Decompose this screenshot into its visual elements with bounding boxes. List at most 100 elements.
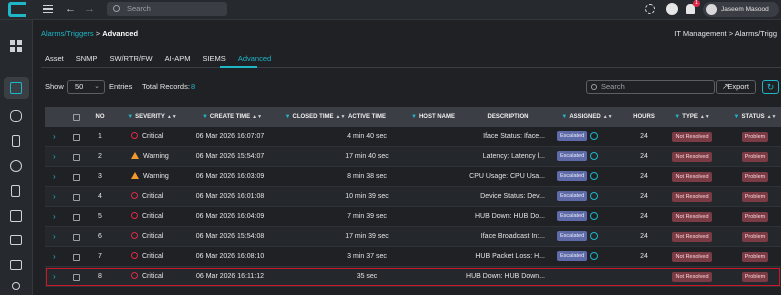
filter-icon[interactable]: ▼ — [285, 107, 291, 127]
search-analytics-icon[interactable] — [10, 160, 22, 172]
filter-icon[interactable]: ▼ — [734, 107, 740, 127]
row-checkbox[interactable] — [73, 214, 80, 221]
sort-icon[interactable]: ▲▼ — [700, 107, 710, 127]
tab-advanced[interactable]: Advanced — [238, 54, 271, 66]
cell-assigned: Escalated — [557, 187, 617, 207]
global-search-input[interactable]: Search — [107, 2, 227, 16]
row-checkbox[interactable] — [73, 274, 80, 281]
tab-snmp[interactable]: SNMP — [76, 54, 98, 66]
document-icon[interactable] — [11, 185, 20, 197]
filter-icon[interactable]: ▼ — [674, 107, 680, 127]
screen-icon[interactable] — [10, 260, 22, 270]
col-header-create-time[interactable]: ▼ CREATE TIME ▲▼ — [192, 107, 272, 127]
cell-active-time: 17 min 40 sec — [345, 153, 389, 160]
expand-row-icon[interactable]: › — [53, 187, 56, 207]
database-icon[interactable] — [10, 110, 22, 122]
status-badge: Problem — [741, 132, 769, 142]
avatar — [706, 4, 717, 15]
cell-host-name — [403, 267, 463, 287]
expand-row-icon[interactable]: › — [53, 207, 56, 227]
assigned-badge: Escalated — [557, 191, 588, 202]
cell-type: Not Resolved — [667, 187, 717, 207]
col-header-type[interactable]: ▼ TYPE ▲▼ — [667, 107, 717, 127]
expand-row-icon[interactable]: › — [53, 227, 56, 247]
filter-icon[interactable]: ▼ — [127, 107, 133, 127]
table-row[interactable]: › 6 Critical 06 Mar 2026 15:54:08 17 min 39 … — [45, 227, 781, 247]
info-icon[interactable] — [590, 212, 599, 221]
table-row[interactable]: › 2 Warning 06 Mar 2026 15:54:07 17 min 40 s… — [45, 147, 781, 167]
row-checkbox[interactable] — [73, 134, 80, 141]
expand-row-icon[interactable]: › — [53, 247, 56, 267]
sort-icon[interactable]: ▲▼ — [167, 107, 177, 127]
device-icon[interactable] — [12, 135, 20, 147]
expand-row-icon[interactable]: › — [53, 127, 56, 147]
assigned-badge: Escalated — [557, 251, 588, 262]
sidebar — [0, 20, 33, 295]
cell-description: HUB Down: HUB Do... — [474, 213, 545, 220]
tab-sw-rtr-fw[interactable]: SW/RTR/FW — [109, 54, 152, 66]
export-button[interactable]: ↗ Export — [716, 80, 756, 94]
info-icon[interactable] — [590, 172, 599, 181]
table-row[interactable]: › 3 Warning 06 Mar 2026 16:03:09 8 min 38 se… — [45, 167, 781, 187]
sort-icon[interactable]: ▲▼ — [252, 107, 262, 127]
entries-label: Entries — [109, 82, 133, 91]
breadcrumb-parent-link[interactable]: Alarms/Triggers — [41, 29, 94, 38]
hamburger-menu-icon[interactable] — [43, 5, 53, 13]
select-all-checkbox[interactable] — [73, 114, 80, 121]
tab-siems[interactable]: SIEMS — [202, 54, 225, 66]
cell-hours — [629, 267, 659, 287]
tab-ai-apm[interactable]: AI-APM — [165, 54, 191, 66]
back-arrow-icon[interactable]: ← — [65, 3, 76, 15]
user-menu[interactable]: Jaseem Masood — [703, 2, 779, 17]
table-row[interactable]: › 1 Critical 06 Mar 2026 16:07:07 4 min 40 s… — [45, 127, 781, 147]
cell-host-name — [403, 207, 463, 227]
row-checkbox[interactable] — [73, 174, 80, 181]
filter-icon[interactable]: ▼ — [561, 107, 567, 127]
sort-icon[interactable]: ▲▼ — [603, 107, 613, 127]
col-header-description[interactable]: DESCRIPTION — [475, 107, 541, 127]
network-topology-icon[interactable] — [12, 282, 20, 290]
info-icon[interactable] — [590, 232, 599, 241]
entries-select[interactable]: 50 ⌄ — [67, 80, 105, 94]
col-header-active-time[interactable]: ACTIVE TIME — [341, 107, 393, 127]
cell-active-time: 4 min 40 sec — [347, 133, 387, 140]
refresh-button[interactable]: ↻ — [762, 80, 779, 94]
forward-arrow-icon[interactable]: → — [84, 3, 95, 15]
filter-icon[interactable]: ▼ — [202, 107, 208, 127]
table-row[interactable]: › 8 Critical 06 Mar 2026 16:11:12 35 sec HUB … — [45, 267, 781, 287]
expand-row-icon[interactable]: › — [53, 267, 56, 287]
row-checkbox[interactable] — [73, 254, 80, 261]
expand-row-icon[interactable]: › — [53, 147, 56, 167]
col-header-assigned[interactable]: ▼ ASSIGNED ▲▼ — [557, 107, 617, 127]
tab-asset[interactable]: Asset — [45, 54, 64, 66]
info-icon[interactable] — [590, 152, 599, 161]
app-logo[interactable] — [8, 2, 26, 17]
row-checkbox[interactable] — [73, 234, 80, 241]
table-search-input[interactable]: Search — [586, 80, 715, 94]
help-icon[interactable] — [666, 3, 678, 15]
table-row[interactable]: › 5 Critical 06 Mar 2026 16:04:09 7 min 39 s… — [45, 207, 781, 227]
alarms-icon[interactable] — [10, 82, 22, 94]
info-icon[interactable] — [590, 252, 599, 261]
col-header-host-name[interactable]: ▼ HOST NAME — [403, 107, 463, 127]
table-row[interactable]: › 4 Critical 06 Mar 2026 16:01:08 10 min 39 … — [45, 187, 781, 207]
cell-type: Not Resolved — [667, 227, 717, 247]
row-checkbox[interactable] — [73, 194, 80, 201]
info-icon[interactable] — [590, 192, 599, 201]
cell-assigned — [557, 267, 617, 287]
filter-icon[interactable]: ▼ — [411, 107, 417, 127]
table-row[interactable]: › 7 Critical 06 Mar 2026 16:08:10 3 min 37 s… — [45, 247, 781, 267]
theme-toggle-icon[interactable] — [645, 4, 655, 14]
report-icon[interactable] — [10, 210, 22, 222]
col-header-hours[interactable]: HOURS — [629, 107, 659, 127]
row-checkbox[interactable] — [73, 154, 80, 161]
col-header-status[interactable]: ▼ STATUS ▲▼ — [729, 107, 781, 127]
sort-icon[interactable]: ▲▼ — [767, 107, 777, 127]
dashboard-icon[interactable] — [10, 40, 22, 52]
expand-row-icon[interactable]: › — [53, 167, 56, 187]
monitor-icon[interactable] — [10, 235, 22, 245]
info-icon[interactable] — [590, 132, 599, 141]
col-header-severity[interactable]: ▼ SEVERITY ▲▼ — [123, 107, 181, 127]
breadcrumb-right: IT Management > Alarms/Trigg — [674, 29, 777, 38]
col-header-no[interactable]: NO — [90, 107, 110, 127]
